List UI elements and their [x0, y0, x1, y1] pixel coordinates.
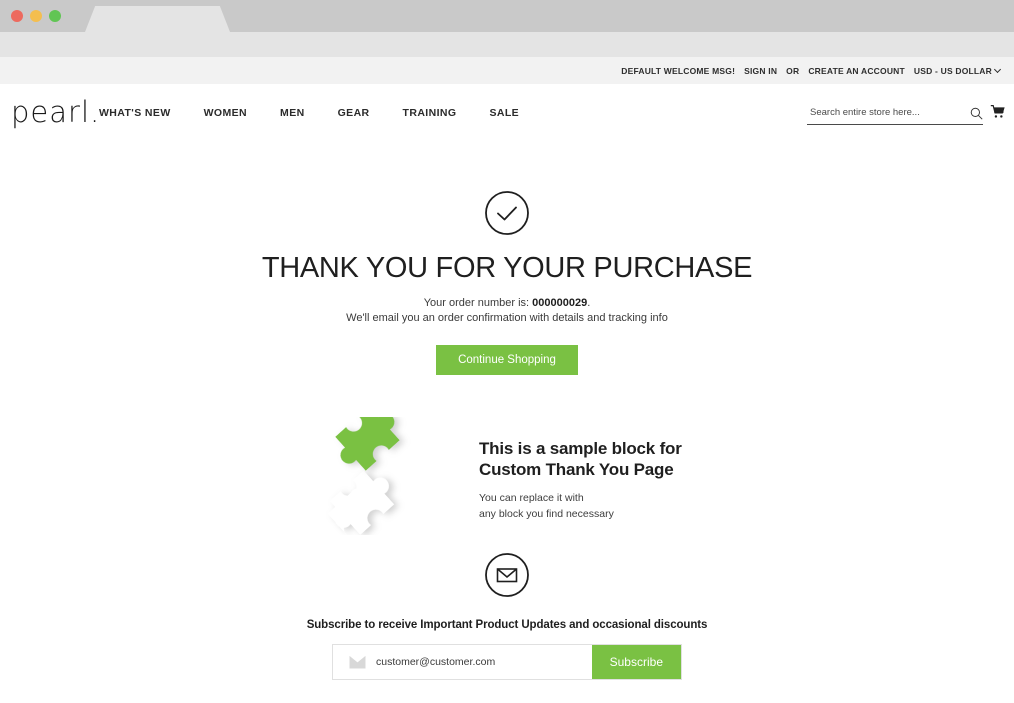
search-box — [807, 103, 983, 125]
welcome-bar-items: DEFAULT WELCOME MSG! SIGN IN OR CREATE A… — [621, 65, 1002, 76]
site-logo[interactable]: pearl. — [11, 98, 100, 127]
chevron-down-icon — [993, 65, 1002, 73]
newsletter-form: Subscribe — [332, 644, 682, 680]
window-controls — [11, 10, 61, 22]
main-navigation: WHAT'S NEW WOMEN MEN GEAR TRAINING SALE — [99, 107, 519, 119]
envelope-circle-icon — [485, 553, 529, 597]
browser-tab-bar — [0, 0, 1014, 32]
order-number-suffix: . — [587, 297, 591, 310]
welcome-message: DEFAULT WELCOME MSG! — [621, 65, 736, 76]
currency-switcher[interactable]: USD - US DOLLAR — [913, 65, 1002, 76]
sample-block-subtitle: You can replace it with any block you fi… — [479, 491, 682, 521]
or-separator: OR — [786, 65, 800, 76]
search-icon[interactable] — [970, 107, 983, 120]
shopping-cart-icon[interactable] — [990, 104, 1006, 120]
newsletter-email-input[interactable] — [376, 656, 592, 668]
sample-block-title: This is a sample block for Custom Thank … — [479, 439, 682, 480]
nav-item-sale[interactable]: SALE — [489, 107, 519, 119]
envelope-icon — [349, 655, 366, 668]
order-number-value: 000000029 — [532, 297, 588, 310]
search-input[interactable] — [807, 107, 957, 120]
puzzle-pieces-graphic — [327, 417, 400, 535]
top-welcome-bar: DEFAULT WELCOME MSG! SIGN IN OR CREATE A… — [0, 57, 1014, 84]
subscribe-button[interactable]: Subscribe — [591, 645, 681, 679]
page-title: THANK YOU FOR YOUR PURCHASE — [261, 252, 753, 284]
sign-in-link[interactable]: SIGN IN — [744, 66, 777, 76]
order-number-prefix: Your order number is: — [423, 297, 533, 310]
custom-sample-block: This is a sample block for Custom Thank … — [0, 412, 1014, 537]
continue-shopping-button[interactable]: Continue Shopping — [436, 345, 578, 376]
maximize-window-button[interactable] — [49, 10, 61, 22]
nav-item-training[interactable]: TRAINING — [403, 107, 457, 119]
nav-item-whats-new[interactable]: WHAT'S NEW — [99, 107, 171, 119]
check-circle-icon — [485, 191, 529, 235]
sample-block-title-line2: Custom Thank You Page — [479, 459, 674, 479]
newsletter-heading: Subscribe to receive Important Product U… — [306, 619, 708, 631]
create-account-link[interactable]: CREATE AN ACCOUNT — [808, 66, 905, 76]
minimize-window-button[interactable] — [30, 10, 42, 22]
nav-item-men[interactable]: MEN — [280, 107, 305, 119]
nav-item-gear[interactable]: GEAR — [338, 107, 370, 119]
nav-item-women[interactable]: WOMEN — [204, 107, 247, 119]
browser-tab[interactable] — [85, 6, 230, 32]
order-number-line: Your order number is: 000000029. — [0, 296, 1014, 311]
sample-block-title-line1: This is a sample block for — [479, 439, 682, 458]
sample-block-text: This is a sample block for Custom Thank … — [479, 439, 682, 522]
close-window-button[interactable] — [11, 10, 23, 22]
thank-you-section: THANK YOU FOR YOUR PURCHASE Your order n… — [0, 190, 1014, 376]
browser-toolbar — [0, 32, 1014, 57]
newsletter-section: Subscribe to receive Important Product U… — [0, 552, 1014, 680]
newsletter-field-wrap — [333, 645, 592, 679]
currency-label: USD - US DOLLAR — [913, 65, 992, 76]
sample-block-sub-line2: any block you find necessary — [479, 507, 614, 520]
sample-block-sub-line1: You can replace it with — [479, 492, 584, 505]
order-confirmation-line: We'll email you an order confirmation wi… — [346, 312, 668, 325]
site-header: pearl. WHAT'S NEW WOMEN MEN GEAR TRAININ… — [0, 84, 1014, 146]
